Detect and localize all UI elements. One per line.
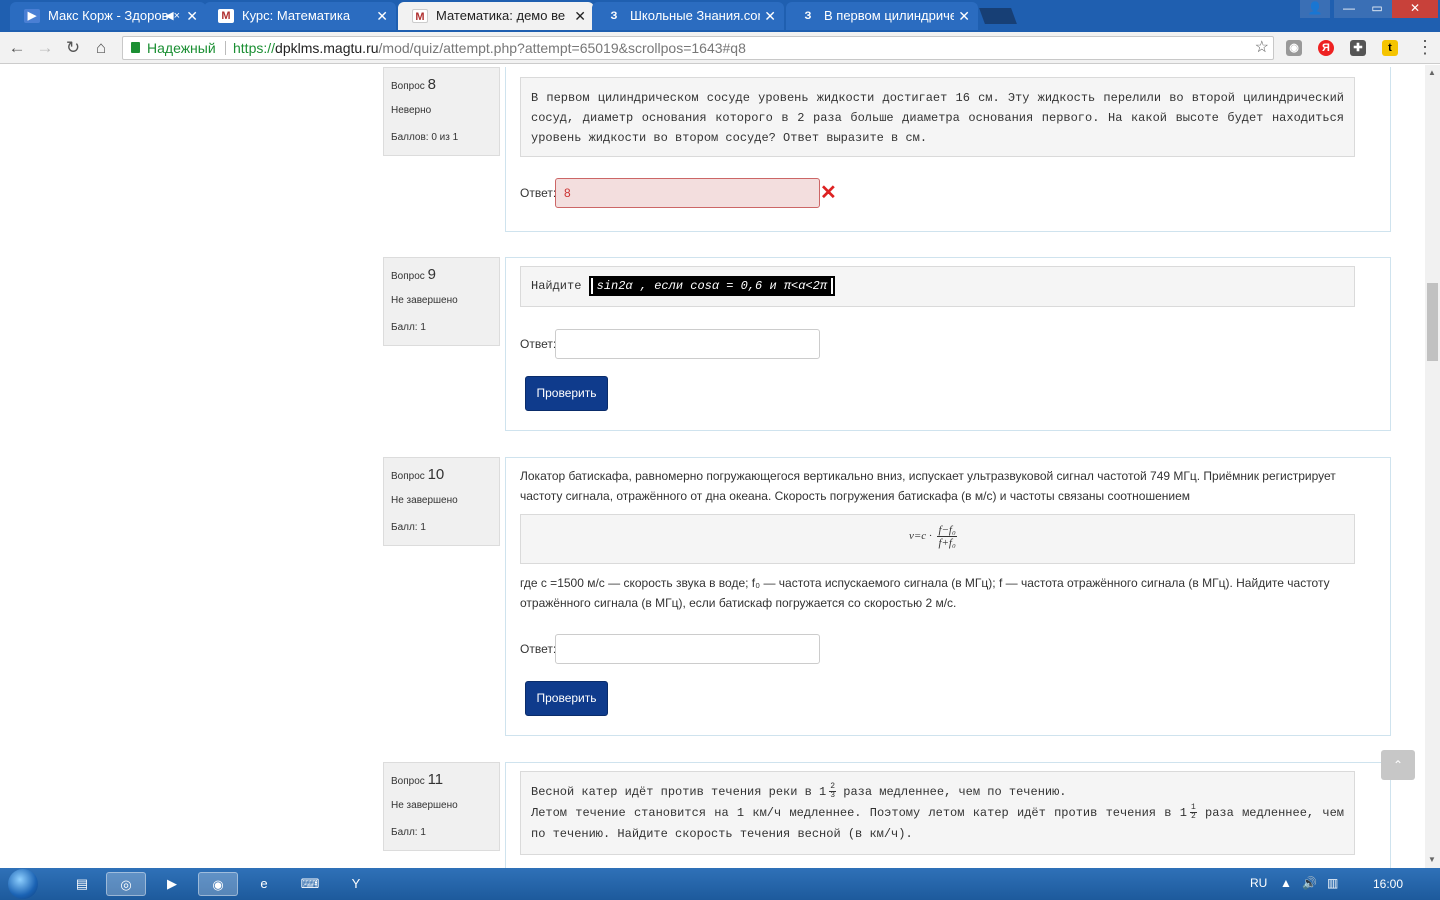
explorer-icon[interactable]: ▤ [62,872,102,896]
question-8-text: В первом цилиндрическом сосуде уровень ж… [520,77,1355,157]
audio-mute-icon[interactable]: ◀× [165,2,180,30]
tab-music[interactable]: ▶ Макс Корж - Здоров ◀× ✕ [10,2,206,30]
bookmark-star-icon[interactable]: ☆ [1255,37,1269,59]
address-bar[interactable]: Надежный https://dpklms.magtu.ru/mod/qui… [122,36,1274,60]
question-10-explain: где c =1500 м/с — скорость звука в воде;… [520,576,1330,610]
question-number: Вопрос 8 [391,76,436,93]
yandex-extension-icon[interactable]: Я [1318,40,1334,56]
answer-input-q10[interactable] [555,634,820,664]
scrollbar-thumb[interactable] [1427,283,1438,361]
browser-tabstrip: ▶ Макс Корж - Здоров ◀× ✕ М Курс: Матема… [0,0,1440,32]
play-icon: ▶ [24,9,40,23]
question-10-info: Вопрос 10 Не завершено Балл: 1 [383,457,500,546]
tab-close-icon[interactable]: ✕ [376,2,388,30]
windows-taskbar: ▤ ◎ ▶ ◉ e ⌨ Y RU ▲ 🔊 ▥ 16:00 [0,868,1440,900]
omnibox-separator [225,41,226,55]
magtu-icon: М [218,9,234,23]
question-9-text: Найдите sin2α , если cosα = 0,6 и π<α<2π [520,266,1355,307]
question-state: Не завершено [391,495,458,506]
puzzle-extension-icon[interactable]: ✚ [1350,40,1366,56]
question-10-intro: Локатор батискафа, равномерно погружающе… [520,469,1336,503]
scroll-to-top-button[interactable]: ⌃ [1381,750,1415,780]
url-text[interactable]: https://dpklms.magtu.ru/mod/quiz/attempt… [233,37,746,59]
start-button[interactable] [8,869,38,899]
question-grade: Балл: 1 [391,322,426,333]
keyboard-icon[interactable]: ⌨ [290,872,330,896]
scroll-up-arrow-icon[interactable]: ▲ [1428,68,1436,77]
check-button-q10[interactable]: Проверить [525,681,608,716]
quiz-page: Вопрос 8 Неверно Баллов: 0 из 1 В первом… [0,65,1425,868]
question-9-info: Вопрос 9 Не завершено Балл: 1 [383,257,500,346]
tab-close-icon[interactable]: ✕ [764,2,776,30]
tab-close-icon[interactable]: ✕ [958,2,970,30]
question-9-formula: sin2α , если cosα = 0,6 и π<α<2π [588,276,836,296]
question-number: Вопрос 10 [391,466,445,483]
forward-arrow-icon[interactable]: → [34,37,56,59]
answer-label: Ответ: [520,642,557,656]
z-icon: З [610,10,618,22]
home-icon[interactable]: ⌂ [90,37,112,59]
media-player-icon[interactable]: ◎ [106,872,146,896]
user-icon[interactable]: 👤 [1300,0,1330,18]
tab-close-icon[interactable]: ✕ [186,2,198,30]
media-icon[interactable]: ▶ [152,872,192,896]
menu-kebab-icon[interactable]: ⋮ [1416,38,1434,56]
question-state: Не завершено [391,295,458,306]
translate-extension-icon[interactable]: t [1382,40,1398,56]
question-10-formula-box: v=c · f−f₀ f+f₀ [520,514,1355,564]
scroll-down-arrow-icon[interactable]: ▼ [1428,855,1436,864]
language-indicator[interactable]: RU [1250,876,1267,890]
back-arrow-icon[interactable]: ← [6,37,28,59]
tab-quiz-active[interactable]: М Математика: демо верс ✕ [398,2,594,30]
lock-icon [131,42,140,53]
question-grade: Балл: 1 [391,522,426,533]
answer-input-q8[interactable]: 8 [555,178,820,208]
tab-cylinder[interactable]: З В первом цилиндричес ✕ [786,2,978,30]
ie-icon[interactable]: e [244,872,284,896]
volume-icon[interactable]: 🔊 [1302,876,1317,890]
check-button-q9[interactable]: Проверить [525,376,608,411]
z-icon: З [804,10,812,22]
answer-input-q9[interactable] [555,329,820,359]
chrome-icon[interactable]: ◉ [198,872,238,896]
question-number: Вопрос 9 [391,266,436,283]
taskbar-clock[interactable]: 16:00 [1373,877,1403,891]
answer-label: Ответ: [520,186,557,200]
tab-course[interactable]: М Курс: Математика ✕ [204,2,396,30]
yandex-browser-icon[interactable]: Y [336,872,376,896]
close-window-button[interactable]: ✕ [1392,0,1438,18]
tab-close-icon[interactable]: ✕ [574,2,586,30]
rss-extension-icon[interactable]: ◉ [1286,40,1302,56]
tray-expand-icon[interactable]: ▲ [1280,876,1292,890]
page-scrollbar[interactable]: ▲ ▼ [1425,65,1440,868]
incorrect-x-icon: ✕ [820,182,837,204]
minimize-button[interactable]: — [1334,0,1364,18]
magtu-icon: М [412,9,428,23]
question-10-formula: v=c · f−f₀ f+f₀ [909,524,957,549]
question-grade: Баллов: 0 из 1 [391,132,459,143]
maximize-button[interactable]: ▭ [1362,0,1392,18]
answer-label: Ответ: [520,337,557,351]
question-state: Неверно [391,105,432,116]
question-grade: Балл: 1 [391,827,426,838]
question-11-text: Весной катер идёт против течения реки в … [520,771,1355,855]
question-11-info: Вопрос 11 Не завершено Балл: 1 [383,762,500,851]
network-icon[interactable]: ▥ [1327,876,1338,890]
new-tab-button[interactable] [979,8,1017,24]
tab-znanija[interactable]: З Школьные Знания.com ✕ [592,2,784,30]
reload-icon[interactable]: ↻ [62,37,84,59]
question-number: Вопрос 11 [391,771,444,788]
question-8-info: Вопрос 8 Неверно Баллов: 0 из 1 [383,67,500,156]
question-state: Не завершено [391,800,458,811]
browser-toolbar: ← → ↻ ⌂ Надежный https://dpklms.magtu.ru… [0,32,1440,64]
